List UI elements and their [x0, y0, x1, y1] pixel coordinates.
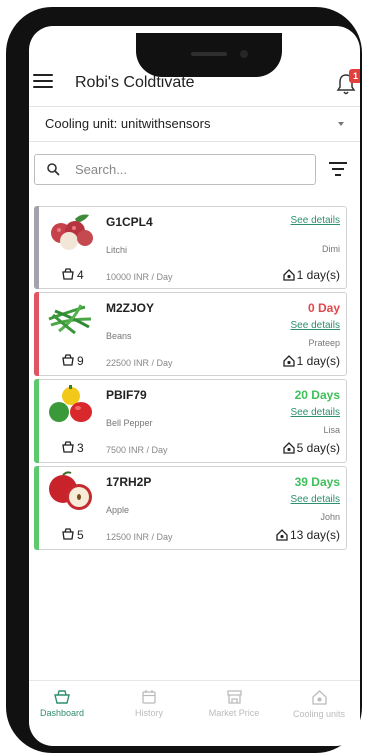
- crate-count: 9: [62, 354, 84, 368]
- stay-duration: 1 day(s): [282, 354, 340, 368]
- status-days: 20 Days: [294, 388, 340, 402]
- crate-code: 17RH2P: [106, 475, 152, 489]
- crop-name: Litchi: [106, 245, 128, 255]
- phone-frame: Robi's Coldtivate 1 Cooling unit: unitwi…: [6, 7, 362, 753]
- crate-icon: [62, 354, 74, 366]
- crate-count: 3: [62, 441, 84, 455]
- nav-label: Dashboard: [39, 708, 85, 718]
- crate-count: 4: [62, 268, 84, 282]
- status-days: 39 Days: [294, 475, 340, 489]
- crate-card[interactable]: 3 PBIF79 Bell Pepper 7500 INR / Day 20 D…: [34, 379, 347, 463]
- crate-icon: [62, 441, 74, 453]
- status-bar: [34, 466, 39, 550]
- crate-icon: [62, 268, 74, 280]
- nav-label: History: [134, 708, 163, 718]
- stay-duration: 13 day(s): [276, 528, 340, 542]
- see-details-link[interactable]: See details: [291, 407, 340, 418]
- cooling-unit-icon: [282, 355, 295, 367]
- stay-duration: 1 day(s): [282, 268, 340, 282]
- bottom-nav: Dashboard History Market Price Cooling u…: [29, 680, 360, 729]
- search-input[interactable]: [75, 161, 305, 178]
- notification-badge: 1: [349, 69, 360, 83]
- cooling-unit-icon: [282, 442, 295, 454]
- price: 10000 INR / Day: [106, 272, 173, 282]
- app-screen: Robi's Coldtivate 1 Cooling unit: unitwi…: [29, 26, 360, 746]
- stay-duration: 5 day(s): [282, 441, 340, 455]
- beans-image: [48, 304, 92, 335]
- see-details-link[interactable]: See details: [291, 215, 340, 226]
- crate-count: 5: [62, 528, 84, 542]
- calendar-icon: [142, 690, 156, 704]
- owner-name: Dimi: [322, 244, 340, 254]
- status-days: 0 Day: [307, 301, 340, 315]
- cooling-unit-select[interactable]: Cooling unit: unitwithsensors: [29, 107, 360, 142]
- nav-dashboard[interactable]: Dashboard: [32, 681, 92, 729]
- owner-name: Lisa: [323, 425, 340, 435]
- crop-name: Apple: [106, 505, 130, 515]
- owner-name: Prateep: [308, 338, 340, 348]
- search-icon: [47, 163, 60, 176]
- crate-code: G1CPL4: [106, 215, 153, 229]
- status-bar: [34, 206, 39, 289]
- price: 12500 INR / Day: [106, 532, 173, 542]
- see-details-link[interactable]: See details: [291, 320, 340, 331]
- price: 7500 INR / Day: [106, 445, 168, 455]
- nav-label: Market Price: [208, 708, 260, 718]
- nav-label: Cooling units: [292, 709, 346, 719]
- menu-icon[interactable]: [33, 74, 53, 88]
- crate-icon: [62, 528, 74, 540]
- crate-card[interactable]: 5 17RH2P Apple 12500 INR / Day 39 Days S…: [34, 466, 347, 550]
- status-bar: [34, 379, 39, 463]
- cooling-unit-icon: [276, 529, 288, 541]
- crate-code: M2ZJOY: [106, 301, 155, 315]
- bell-pepper-image: [49, 385, 92, 422]
- see-details-link[interactable]: See details: [291, 494, 340, 505]
- crate-icon: [54, 690, 70, 704]
- crop-name: Beans: [106, 331, 132, 341]
- cooling-unit-icon: [311, 690, 327, 705]
- crop-name: Bell Pepper: [106, 418, 153, 428]
- chevron-down-icon: [338, 122, 344, 126]
- store-icon: [226, 690, 242, 704]
- filter-icon[interactable]: [329, 162, 347, 176]
- crate-card[interactable]: 4 G1CPL4 Litchi 10000 INR / Day See deta…: [34, 206, 347, 289]
- phone-notch: [136, 33, 282, 77]
- nav-history[interactable]: History: [124, 681, 174, 729]
- cooling-unit-label: Cooling unit: unitwithsensors: [45, 116, 211, 131]
- crate-card[interactable]: 9 M2ZJOY Beans 22500 INR / Day 0 Day See…: [34, 292, 347, 376]
- apple-image: [49, 471, 92, 510]
- owner-name: John: [320, 512, 340, 522]
- cooling-unit-icon: [282, 269, 295, 281]
- search-box[interactable]: [34, 154, 316, 185]
- price: 22500 INR / Day: [106, 358, 173, 368]
- nav-cooling-units[interactable]: Cooling units: [286, 681, 352, 729]
- litchi-image: [51, 214, 93, 250]
- nav-market-price[interactable]: Market Price: [201, 681, 267, 729]
- status-bar: [34, 292, 39, 376]
- crate-code: PBIF79: [106, 388, 147, 402]
